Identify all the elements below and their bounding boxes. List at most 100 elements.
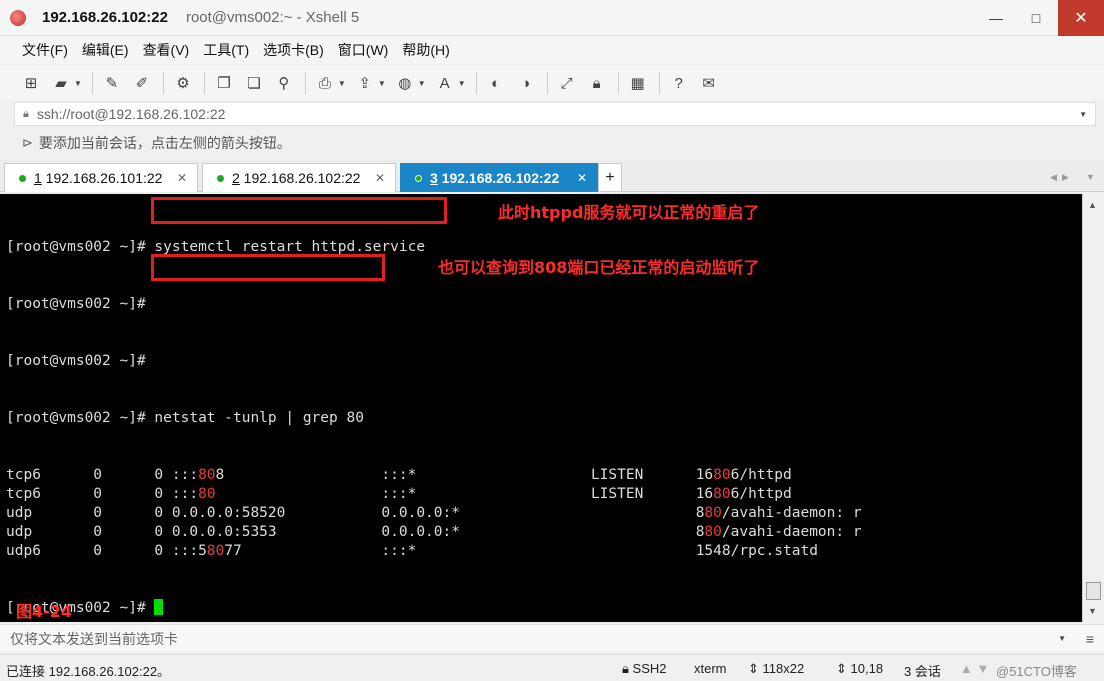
status-bar: 已连接 192.168.26.102:22。 🔒︎ SSH2 xterm ⇕ 1… bbox=[0, 654, 1104, 681]
menu-file[interactable]: 文件(F) bbox=[22, 40, 68, 60]
add-tab-button[interactable]: + bbox=[598, 163, 622, 191]
menu-edit[interactable]: 编辑(E) bbox=[82, 40, 129, 60]
connected-status-icon bbox=[415, 174, 422, 182]
watermark: @51CTO博客 bbox=[996, 664, 1077, 679]
toolbar-separator bbox=[304, 72, 306, 94]
transfer-icon[interactable]: ⇪ bbox=[354, 72, 376, 94]
chat-icon[interactable]: ✉ bbox=[698, 72, 720, 94]
disconnect-icon[interactable]: ✐ bbox=[131, 72, 153, 94]
address-bar[interactable]: 🔒︎ ssh://root@192.168.26.102:22 ▼ bbox=[14, 102, 1096, 126]
connected-status-icon bbox=[217, 174, 224, 182]
font-dropdown-icon[interactable]: ▼ bbox=[458, 79, 466, 88]
address-dropdown-icon[interactable]: ▼ bbox=[1079, 110, 1087, 119]
globe-dropdown-icon[interactable]: ▼ bbox=[418, 79, 426, 88]
toolbar-separator bbox=[658, 72, 660, 94]
tab-close-icon[interactable]: ✕ bbox=[375, 171, 385, 185]
annotation-port-listen: 也可以查询到808端口已经正常的启动监听了 bbox=[438, 258, 760, 277]
terminal-line: [root@vms002 ~]# bbox=[6, 296, 146, 312]
toolbar-separator bbox=[91, 72, 93, 94]
terminal-area[interactable]: [root@vms002 ~]# systemctl restart httpd… bbox=[0, 194, 1082, 622]
netstat-row: udp6 0 0 :::58077 :::* 1548/rpc.statd bbox=[6, 543, 818, 559]
keyboard-icon[interactable]: ▦ bbox=[627, 72, 649, 94]
print-icon[interactable]: ⎙ bbox=[314, 72, 336, 94]
script-icon[interactable]: ◑ bbox=[515, 72, 537, 94]
menu-tools[interactable]: 工具(T) bbox=[203, 40, 249, 60]
scroll-down-icon[interactable]: ▼ bbox=[1088, 606, 1097, 616]
figure-label: 图4-24 bbox=[16, 602, 73, 621]
lock-icon: 🔒︎ bbox=[622, 661, 629, 676]
protocol-status: 🔒︎ SSH2 bbox=[622, 661, 667, 676]
lock-icon[interactable]: 🔒︎ bbox=[586, 72, 608, 94]
menu-view[interactable]: 查看(V) bbox=[143, 40, 190, 60]
terminal-cursor bbox=[154, 599, 164, 615]
menu-window[interactable]: 窗口(W) bbox=[338, 40, 389, 60]
toolbar-separator bbox=[617, 72, 619, 94]
terminal-type-status: xterm bbox=[694, 661, 727, 676]
help-icon[interactable]: ? bbox=[668, 72, 690, 94]
toolbar-separator bbox=[546, 72, 548, 94]
compose-menu-icon[interactable]: ≡ bbox=[1086, 631, 1094, 647]
compose-bar[interactable]: 仅将文本发送到当前选项卡 ▼ ≡ bbox=[0, 624, 1104, 652]
open-folder-icon[interactable]: ▰ bbox=[50, 72, 72, 94]
compose-dropdown-icon[interactable]: ▼ bbox=[1058, 634, 1066, 643]
session-hint-bar: ⊳ 要添加当前会话，点击左侧的箭头按钮。 bbox=[14, 130, 1096, 156]
toolbar-separator bbox=[475, 72, 477, 94]
toolbar-separator bbox=[162, 72, 164, 94]
tab-bar: 1 192.168.26.101:22 ✕ 2 192.168.26.102:2… bbox=[0, 160, 1104, 192]
transfer-dropdown-icon[interactable]: ▼ bbox=[378, 79, 386, 88]
session-hint-text: 要添加当前会话，点击左侧的箭头按钮。 bbox=[38, 135, 291, 151]
reconnect-icon[interactable]: ✎ bbox=[101, 72, 123, 94]
close-button[interactable]: ✕ bbox=[1058, 0, 1104, 36]
toolbar: ⊞ ▰ ▼ ✎ ✐ ⚙ ❐ ❏ ⚲ ⎙ ▼ ⇪ ▼ ◍ ▼ A ▼ ◐ ◑ ⤢ … bbox=[0, 66, 1104, 100]
annotation-restart: 此时htppd服务就可以正常的重启了 bbox=[498, 203, 760, 222]
new-session-icon[interactable]: ⊞ bbox=[20, 72, 42, 94]
find-icon[interactable]: ⚲ bbox=[273, 72, 295, 94]
tab-close-icon[interactable]: ✕ bbox=[577, 171, 587, 185]
netstat-row: udp 0 0 0.0.0.0:58520 0.0.0.0:* 880/avah… bbox=[6, 505, 862, 521]
window-title: root@vms002:~ - Xshell 5 bbox=[185, 9, 360, 26]
netstat-row: tcp6 0 0 :::80 :::* LISTEN 16806/httpd bbox=[6, 486, 792, 502]
copy-icon[interactable]: ❐ bbox=[213, 72, 235, 94]
tab-label: 2 192.168.26.102:22 bbox=[232, 170, 361, 186]
toolbar-separator bbox=[203, 72, 205, 94]
netstat-row: udp 0 0 0.0.0.0:5353 0.0.0.0:* 880/avahi… bbox=[6, 524, 862, 540]
minimize-button[interactable]: — bbox=[978, 0, 1014, 36]
scroll-up-icon[interactable]: ▲ bbox=[1088, 200, 1097, 210]
xftp-icon[interactable]: ◐ bbox=[485, 72, 507, 94]
tab-close-icon[interactable]: ✕ bbox=[177, 171, 187, 185]
tab-session-2[interactable]: 2 192.168.26.102:22 ✕ bbox=[202, 163, 396, 192]
paste-icon[interactable]: ❏ bbox=[243, 72, 265, 94]
open-dropdown-icon[interactable]: ▼ bbox=[74, 79, 82, 88]
font-icon[interactable]: A bbox=[434, 72, 456, 94]
tab-scroll-right-icon[interactable]: ▶ bbox=[1062, 172, 1069, 183]
menu-tabs[interactable]: 选项卡(B) bbox=[263, 40, 324, 60]
lock-icon: 🔒︎ bbox=[23, 107, 29, 120]
address-input[interactable]: ssh://root@192.168.26.102:22 bbox=[37, 106, 226, 122]
netstat-row: tcp6 0 0 :::808 :::* LISTEN 16806/httpd bbox=[6, 467, 792, 483]
tab-label: 1 192.168.26.101:22 bbox=[34, 170, 163, 186]
maximize-button[interactable]: □ bbox=[1018, 0, 1054, 36]
command-text: netstat -tunlp | grep 80 bbox=[154, 410, 364, 426]
tab-session-1[interactable]: 1 192.168.26.101:22 ✕ bbox=[4, 163, 198, 192]
highlight-box-command-2 bbox=[151, 254, 385, 281]
tab-scroll-left-icon[interactable]: ◀ bbox=[1050, 172, 1057, 183]
scroll-thumb[interactable] bbox=[1086, 582, 1101, 600]
tab-list-icon[interactable]: ▼ bbox=[1086, 172, 1095, 182]
bookmark-arrow-icon[interactable]: ⊳ bbox=[22, 135, 33, 151]
tab-session-3[interactable]: 3 192.168.26.102:22 ✕ bbox=[400, 163, 598, 192]
print-dropdown-icon[interactable]: ▼ bbox=[338, 79, 346, 88]
properties-icon[interactable]: ⚙ bbox=[172, 72, 194, 94]
session-count-status: 3 会话 bbox=[904, 664, 941, 679]
window-title-host: 192.168.26.102:22 bbox=[42, 9, 168, 26]
terminal-line: [root@vms002 ~]# bbox=[6, 353, 146, 369]
tab-label: 3 192.168.26.102:22 bbox=[430, 170, 560, 186]
compose-target-label[interactable]: 仅将文本发送到当前选项卡 bbox=[10, 629, 178, 649]
terminal-scrollbar[interactable]: ▲ ▼ bbox=[1082, 194, 1104, 622]
globe-icon[interactable]: ◍ bbox=[394, 72, 416, 94]
status-nav-icons[interactable]: ▲ ▼ bbox=[960, 661, 989, 676]
fullscreen-icon[interactable]: ⤢ bbox=[556, 72, 578, 94]
cursor-icon: ⇕ bbox=[836, 661, 847, 676]
terminal-line: [root@vms002 ~]# bbox=[6, 599, 862, 618]
cursor-position-status: ⇕ 10,18 bbox=[836, 661, 884, 676]
menu-help[interactable]: 帮助(H) bbox=[402, 40, 449, 60]
